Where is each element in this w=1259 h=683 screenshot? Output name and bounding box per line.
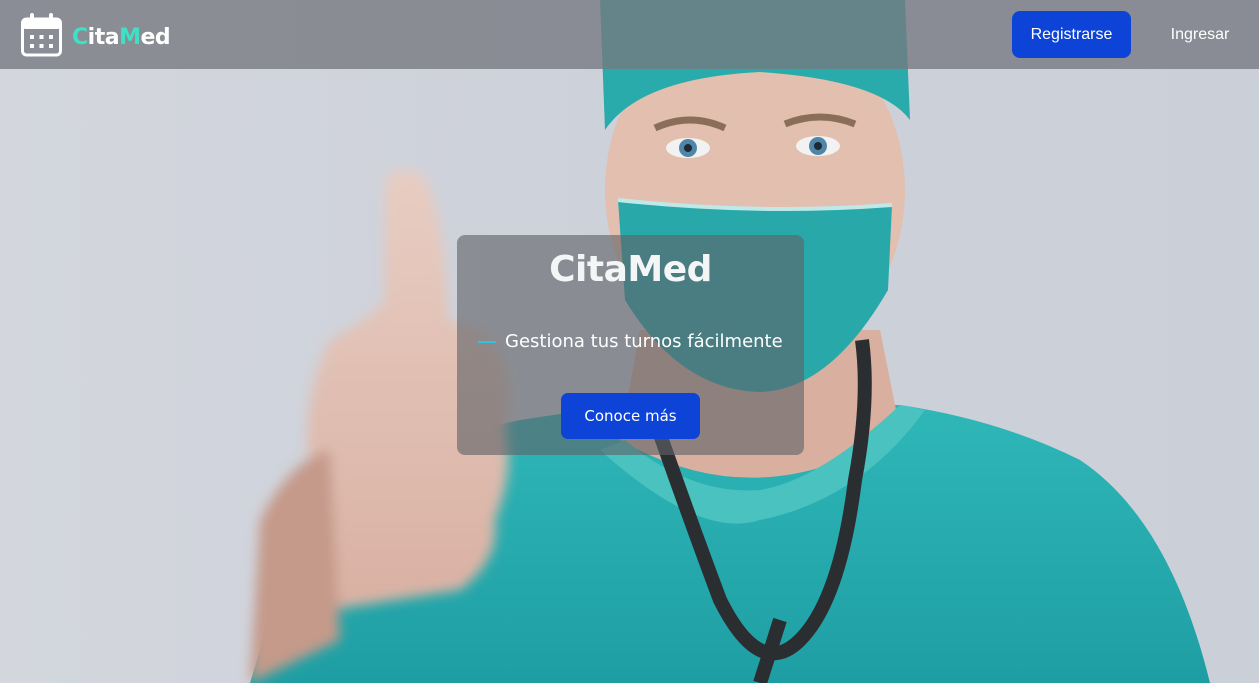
brand-name: CitaMed — [72, 24, 171, 50]
hero-subtitle: Gestiona tus turnos fácilmente — [505, 331, 783, 352]
brand-name-part-ita: ita — [87, 24, 120, 50]
brand-name-accent-c: C — [72, 24, 88, 50]
brand-name-accent-m: M — [119, 24, 141, 50]
brand-name-part-ed: ed — [140, 24, 171, 50]
register-button[interactable]: Registrarse — [1012, 11, 1131, 58]
login-link[interactable]: Ingresar — [1160, 11, 1240, 58]
brand-logo[interactable]: CitaMed — [21, 12, 171, 57]
learn-more-button[interactable]: Conoce más — [561, 393, 700, 439]
accent-line-icon — [478, 340, 496, 343]
hero-card: CitaMed Gestiona tus turnos fácilmente C… — [457, 235, 804, 455]
calendar-icon — [21, 13, 62, 57]
landing-page: CitaMed Registrarse Ingresar CitaMed Ges… — [0, 0, 1259, 683]
hero-title: CitaMed — [549, 249, 712, 290]
top-navbar: CitaMed Registrarse Ingresar — [0, 0, 1259, 69]
hero-subtitle-row: Gestiona tus turnos fácilmente — [478, 331, 798, 352]
